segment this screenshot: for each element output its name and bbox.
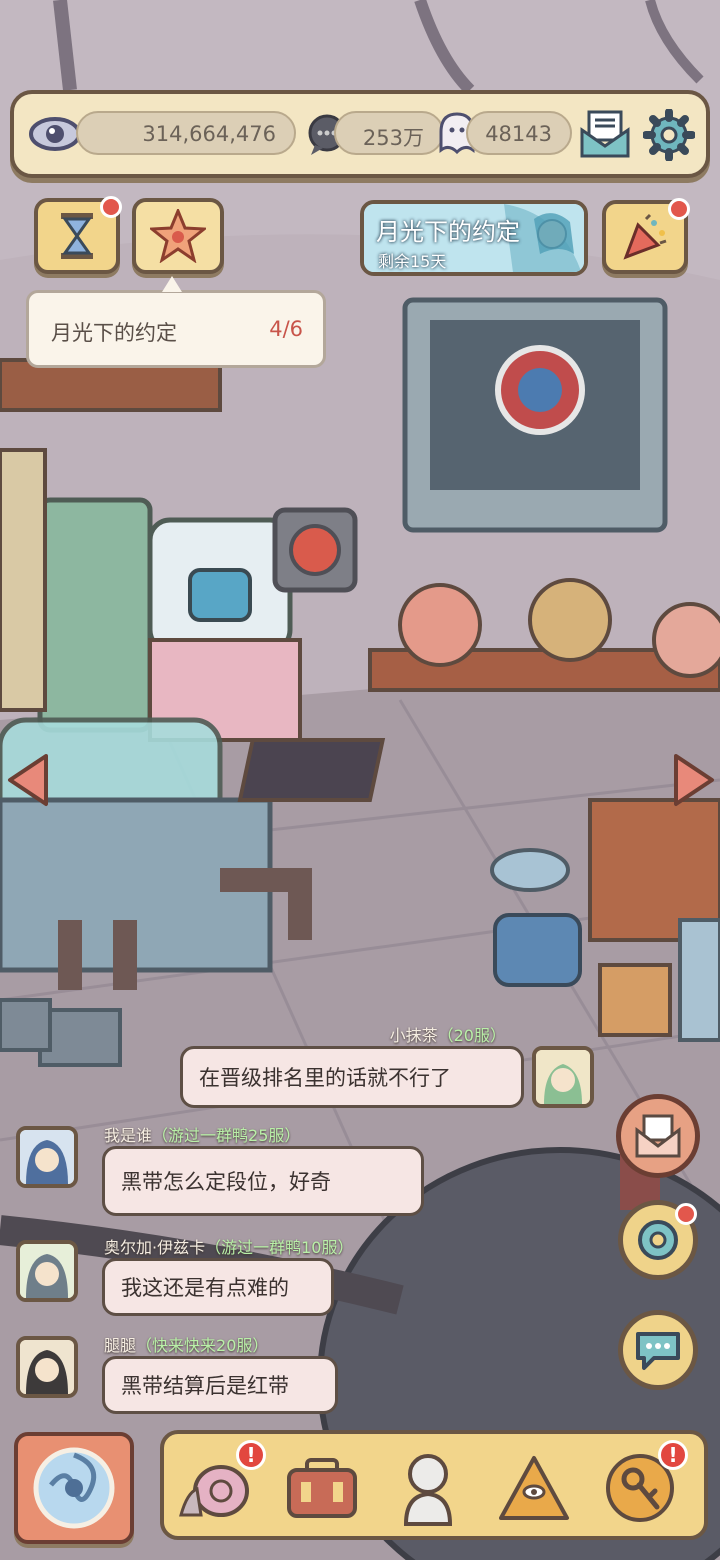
statue-button[interactable] <box>388 1448 468 1528</box>
hourglass-notification-dot <box>100 196 122 218</box>
key-button[interactable]: ! <box>600 1440 688 1528</box>
chat-nick-name-1: 小抹茶 <box>389 1026 438 1045</box>
chat-text-4: 黑带结算后是红带 <box>121 1374 289 1398</box>
portal-button[interactable] <box>14 1432 134 1544</box>
chat-nick-4: 腿腿（快来快来20服） <box>104 1332 268 1356</box>
snail-alert-badge: ! <box>236 1440 266 1470</box>
left-arrow-icon <box>8 754 48 806</box>
chat-bubble-1[interactable]: 在晋级排名里的话就不行了 <box>180 1046 524 1108</box>
letter-button[interactable] <box>616 1094 700 1178</box>
bottom-nav-bar: ! ! <box>160 1430 708 1540</box>
chat-icon <box>636 1332 680 1370</box>
chat-text-2b: 黑带怎么定段位，好奇 <box>121 1170 331 1194</box>
bubble-resource-value: 253万 <box>362 126 424 150</box>
portal-icon <box>18 1436 130 1540</box>
resource-bar: 314,664,476 253万 48143 <box>10 90 710 178</box>
chat-nick-name-2: 我是谁 <box>104 1126 153 1145</box>
ghost-resource-value: 48143 <box>485 122 552 146</box>
celebration-notification-dot <box>668 198 690 220</box>
quest-tooltip[interactable]: 月光下的约定 4/6 <box>26 290 326 368</box>
mail-icon[interactable] <box>576 106 634 162</box>
chat-avatar-3[interactable] <box>16 1240 78 1302</box>
statue-icon <box>403 1454 453 1526</box>
chat-nick-server-3: （游过一群鸭10服） <box>205 1238 354 1257</box>
chat-button[interactable] <box>618 1310 698 1390</box>
event-title: 月光下的约定 <box>376 218 520 246</box>
snail-button[interactable]: ! <box>176 1440 266 1528</box>
letter-icon <box>635 1114 681 1158</box>
event-banner[interactable]: 月光下的约定 剩余15天 <box>360 200 588 276</box>
chat-nick-2: 我是谁（游过一群鸭25服） <box>104 1122 300 1146</box>
chat-nick-name-3: 奥尔加·伊兹卡 <box>104 1238 206 1257</box>
chat-nick-3: 奥尔加·伊兹卡（游过一群鸭10服） <box>104 1234 353 1258</box>
chat-avatar-4[interactable] <box>16 1336 78 1398</box>
chat-nick-1: 小抹茶（20服） <box>390 1022 506 1046</box>
left-arrow-button[interactable] <box>6 752 50 808</box>
key-alert-badge: ! <box>658 1440 688 1470</box>
right-arrow-button[interactable] <box>672 752 716 808</box>
bubble-resource-counter: 253万 <box>334 111 444 155</box>
star-button[interactable] <box>132 198 224 274</box>
quest-tooltip-pointer <box>162 276 182 292</box>
donut-notification-dot <box>675 1203 697 1225</box>
chat-nick-server-1: （20服） <box>437 1026 506 1045</box>
chat-text-1: 在晋级排名里的话就不行了 <box>199 1066 451 1090</box>
chat-avatar-1[interactable] <box>532 1046 594 1108</box>
donut-icon <box>638 1220 678 1260</box>
gear-icon[interactable] <box>640 106 698 164</box>
celebration-button[interactable] <box>602 198 690 274</box>
chat-bubble-2[interactable]: 我这还是有点难的 黑带怎么定段位，好奇 <box>102 1146 424 1216</box>
right-arrow-icon <box>674 754 714 806</box>
suitcase-icon <box>287 1458 357 1518</box>
quest-name: 月光下的约定 <box>51 321 177 345</box>
eye-resource-value: 314,664,476 <box>142 122 276 146</box>
hourglass-button[interactable] <box>34 196 122 274</box>
quest-progress: 4/6 <box>269 317 303 341</box>
chat-avatar-2[interactable] <box>16 1126 78 1188</box>
donut-button[interactable] <box>618 1200 698 1280</box>
pyramid-eye-icon <box>499 1456 569 1520</box>
eye-resource-counter: 314,664,476 <box>76 111 296 155</box>
chat-nick-server-2: （游过一群鸭25服） <box>152 1126 301 1145</box>
eye-icon <box>28 110 82 158</box>
star-icon <box>136 202 220 270</box>
chat-nick-name-4: 腿腿 <box>104 1336 137 1355</box>
chat-text-3: 我这还是有点难的 <box>121 1276 289 1300</box>
event-remaining: 剩余15天 <box>378 252 447 271</box>
chat-bubble-4[interactable]: 黑带结算后是红带 <box>102 1356 338 1414</box>
chat-bubble-3[interactable]: 我这还是有点难的 <box>102 1258 334 1316</box>
chat-nick-server-4: （快来快来20服） <box>136 1336 269 1355</box>
pyramid-button[interactable] <box>494 1448 574 1528</box>
suitcase-button[interactable] <box>282 1448 362 1528</box>
ghost-resource-counter: 48143 <box>466 111 572 155</box>
